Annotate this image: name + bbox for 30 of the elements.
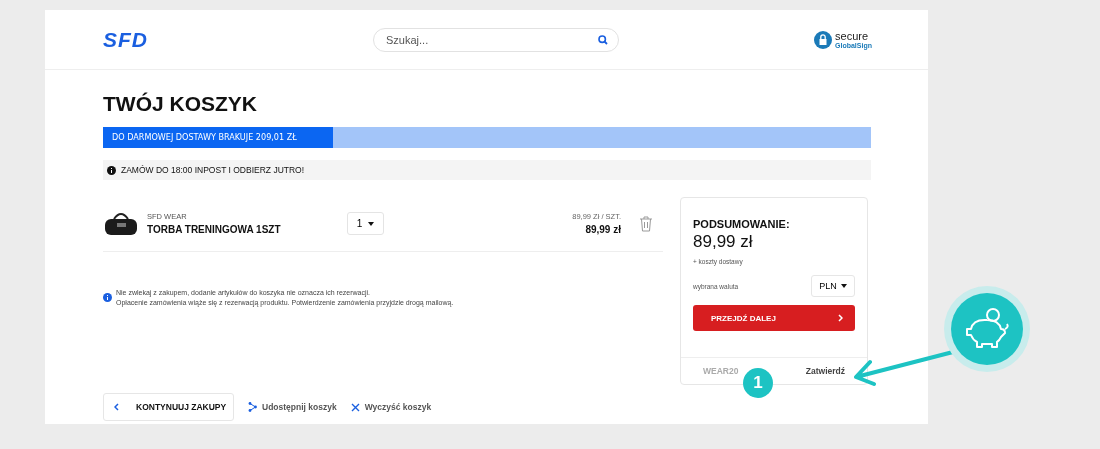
currency-select[interactable]: PLN bbox=[811, 275, 855, 297]
info-icon bbox=[107, 165, 116, 175]
logo: SFD bbox=[103, 27, 148, 52]
apply-button[interactable]: Zatwierdź bbox=[805, 366, 845, 376]
caret-icon bbox=[840, 284, 847, 288]
bag-icon bbox=[103, 210, 139, 237]
notice-text: ZAMÓW DO 18:00 INPOST I ODBIERZ JUTRO! bbox=[121, 165, 305, 175]
search-input[interactable]: Szukaj... bbox=[384, 32, 578, 47]
badge-title: secure bbox=[835, 30, 870, 42]
item-total: 89,99 zł bbox=[585, 224, 621, 235]
info-icon bbox=[103, 293, 112, 303]
padlock-icon bbox=[814, 30, 833, 49]
trash-icon[interactable] bbox=[639, 215, 653, 232]
chevron-left-icon bbox=[114, 403, 119, 411]
chevron-right-icon bbox=[838, 314, 843, 322]
piggy-bank-icon bbox=[963, 307, 1011, 351]
clear-cart-button[interactable]: Wyczyść koszyk bbox=[350, 402, 432, 412]
caret-icon bbox=[368, 221, 375, 226]
product-name: TORBA TRENINGOWA 1SZT bbox=[147, 224, 282, 235]
continue-shopping-button[interactable]: KONTYNUUJ ZAKUPY bbox=[103, 393, 234, 421]
search-icon[interactable] bbox=[598, 34, 608, 45]
progress-label: DO DARMOWEJ DOSTAWY BRAKUJE 209,01 ZŁ bbox=[112, 132, 297, 142]
page-title: TWÓJ KOSZYK bbox=[103, 92, 258, 116]
summary-total: 89,99 zł bbox=[693, 232, 754, 252]
close-icon bbox=[350, 402, 360, 412]
summary-title: PODSUMOWANIE: bbox=[693, 218, 791, 230]
proceed-button[interactable]: PRZEJDŹ DALEJ bbox=[693, 305, 855, 331]
quantity-select[interactable]: 1 bbox=[347, 212, 384, 235]
share-icon bbox=[248, 402, 257, 412]
share-cart-button[interactable]: Udostępnij koszyk bbox=[248, 402, 337, 412]
